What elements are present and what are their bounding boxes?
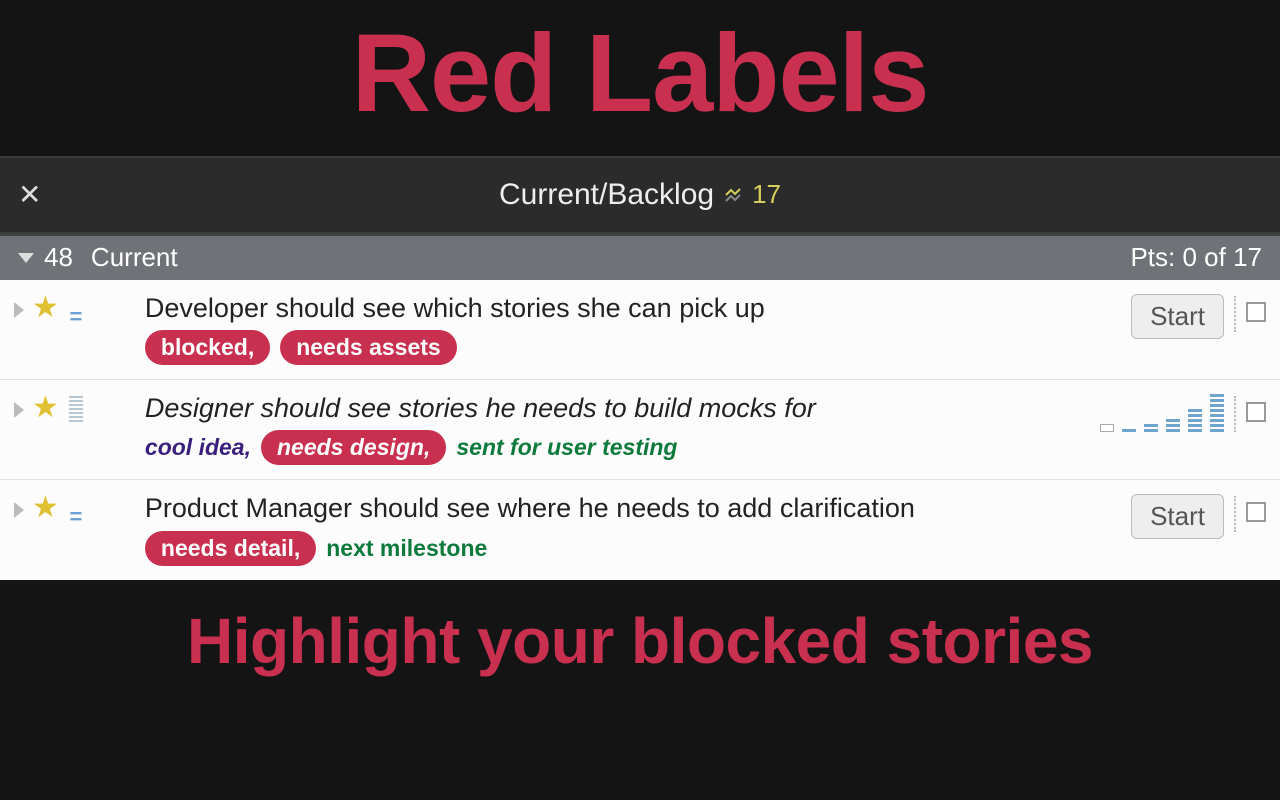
close-icon[interactable]: ✕ (18, 178, 48, 211)
chevron-right-icon[interactable] (14, 402, 24, 418)
estimate-option[interactable] (1188, 409, 1202, 432)
story-label[interactable]: blocked, (145, 330, 270, 365)
story-list: ★ = Developer should see which stories she… (0, 280, 1280, 580)
section-count: 48 (44, 242, 73, 273)
section-header: 48 Current Pts: 0 of 17 (0, 234, 1280, 280)
estimate-picker (1100, 398, 1224, 432)
start-button[interactable]: Start (1131, 494, 1224, 539)
estimate-option[interactable] (1166, 419, 1180, 432)
story-row: ★ Designer should see stories he needs to… (0, 380, 1280, 480)
story-row: ★ = Product Manager should see where he ne… (0, 480, 1280, 579)
estimate-option[interactable] (1144, 424, 1158, 432)
star-icon[interactable]: ★ (32, 390, 59, 425)
divider (1234, 396, 1236, 432)
story-label[interactable]: cool idea, (145, 434, 251, 461)
story-labels: blocked, needs assets (145, 330, 1123, 365)
estimate-option[interactable] (1100, 424, 1114, 432)
panel-title: Current/Backlog (499, 178, 714, 212)
start-button[interactable]: Start (1131, 294, 1224, 339)
star-icon[interactable]: ★ (32, 290, 59, 325)
story-labels: cool idea, needs design, sent for user tes… (145, 430, 1092, 465)
story-title[interactable]: Developer should see which stories she c… (145, 292, 1123, 324)
story-label[interactable]: next milestone (326, 535, 487, 562)
star-icon[interactable]: ★ (32, 490, 59, 525)
select-checkbox[interactable] (1246, 502, 1266, 522)
select-checkbox[interactable] (1246, 302, 1266, 322)
hero-subtitle: Highlight your blocked stories (0, 580, 1280, 678)
estimate-option[interactable] (1210, 394, 1224, 432)
drag-handle-icon[interactable]: = (67, 504, 85, 530)
story-label[interactable]: sent for user testing (456, 434, 677, 461)
story-title[interactable]: Designer should see stories he needs to … (145, 392, 1092, 424)
story-row: ★ = Developer should see which stories she… (0, 280, 1280, 380)
velocity-icon[interactable] (724, 186, 742, 204)
divider (1234, 496, 1236, 532)
story-label[interactable]: needs detail, (145, 531, 316, 566)
points-indicator (67, 396, 85, 422)
chevron-right-icon[interactable] (14, 502, 24, 518)
chevron-down-icon[interactable] (18, 253, 34, 263)
story-label[interactable]: needs design, (261, 430, 446, 465)
select-checkbox[interactable] (1246, 402, 1266, 422)
panel-header: ✕ Current/Backlog 17 (0, 156, 1280, 234)
section-points: Pts: 0 of 17 (1130, 242, 1262, 273)
story-labels: needs detail, next milestone (145, 531, 1123, 566)
panel-count: 17 (752, 179, 781, 210)
estimate-option[interactable] (1122, 429, 1136, 432)
divider (1234, 296, 1236, 332)
story-label[interactable]: needs assets (280, 330, 456, 365)
drag-handle-icon[interactable]: = (67, 304, 85, 330)
story-title[interactable]: Product Manager should see where he need… (145, 492, 1123, 524)
chevron-right-icon[interactable] (14, 302, 24, 318)
hero-title: Red Labels (0, 0, 1280, 156)
section-title: Current (91, 242, 1131, 273)
